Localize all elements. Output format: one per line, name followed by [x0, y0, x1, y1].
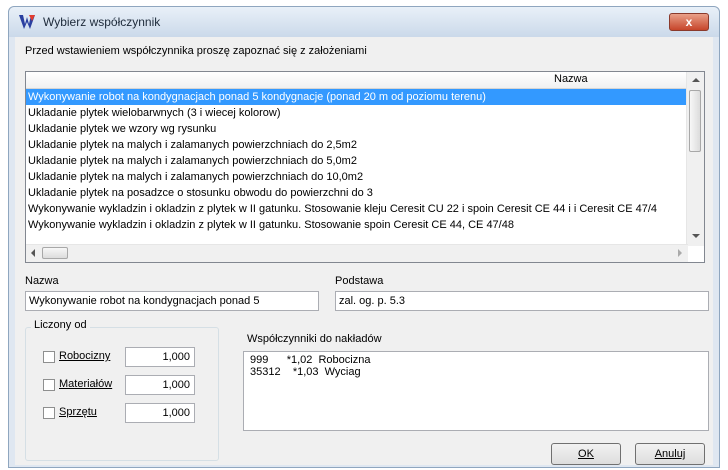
list-rows: Wykonywanie robot na kondygnacjach ponad…: [26, 89, 688, 233]
title-bar[interactable]: Wybierz współczynnik x: [9, 7, 719, 37]
materialow-checkbox[interactable]: [43, 379, 55, 391]
nazwa-label: Nazwa: [25, 275, 59, 287]
close-button[interactable]: x: [669, 13, 709, 31]
list-item[interactable]: Wykonywanie wykladzin i okladzin z plyte…: [26, 201, 688, 217]
scroll-up-arrow-icon[interactable]: [692, 78, 700, 82]
list-item[interactable]: Wykonywanie wykladzin i okladzin z plyte…: [26, 217, 688, 233]
scroll-right-arrow-icon[interactable]: [678, 249, 682, 257]
wspolczynniki-label: Współczynniki do nakładów: [247, 333, 382, 345]
list-item[interactable]: Ukladanie plytek we wzory wg rysunku: [26, 121, 688, 137]
nazwa-field[interactable]: Wykonywanie robot na kondygnacjach ponad…: [25, 291, 319, 311]
list-item[interactable]: Ukladanie plytek na posadzce o stosunku …: [26, 185, 688, 201]
list-item[interactable]: Ukladanie plytek na malych i zalamanych …: [26, 169, 688, 185]
wspolczynnik-line: 35312 *1,03 Wyciag: [250, 366, 361, 378]
sprzetu-value[interactable]: 1,000: [125, 403, 195, 423]
list-item[interactable]: Wykonywanie robot na kondygnacjach ponad…: [26, 89, 688, 105]
podstawa-field[interactable]: zal. og. p. 5.3: [335, 291, 709, 311]
close-icon: x: [685, 15, 693, 29]
liczony-od-title: Liczony od: [31, 319, 90, 331]
list-item[interactable]: Ukladanie plytek na malych i zalamanych …: [26, 137, 688, 153]
sprzetu-checkbox[interactable]: [43, 407, 55, 419]
app-logo-icon: [19, 15, 35, 29]
scroll-left-arrow-icon[interactable]: [31, 249, 35, 257]
coefficient-list[interactable]: Nazwa Wykonywanie robot na kondygnacjach…: [25, 71, 705, 263]
list-item[interactable]: Ukladanie plytek wielobarwnych (3 i wiec…: [26, 105, 688, 121]
ok-button-label: OK: [578, 448, 594, 460]
dialog-title: Wybierz współczynnik: [43, 15, 161, 29]
dialog-body: Przed wstawieniem współczynnika proszę z…: [15, 37, 713, 465]
podstawa-label: Podstawa: [335, 275, 384, 287]
list-header[interactable]: Nazwa: [26, 72, 688, 89]
column-header-nazwa[interactable]: Nazwa: [554, 73, 588, 85]
robocizny-label[interactable]: Robocizny: [59, 350, 110, 362]
cancel-button[interactable]: Anuluj: [635, 443, 705, 465]
sprzetu-label[interactable]: Sprzętu: [59, 406, 97, 418]
dialog-window: Wybierz współczynnik x Przed wstawieniem…: [8, 6, 720, 468]
robocizny-value[interactable]: 1,000: [125, 347, 195, 367]
wspolczynnik-line: 999 *1,02 Robocizna: [250, 354, 371, 366]
robocizny-checkbox[interactable]: [43, 351, 55, 363]
ok-button[interactable]: OK: [551, 443, 621, 465]
vertical-scroll-thumb[interactable]: [689, 90, 701, 152]
horizontal-scrollbar[interactable]: [26, 244, 688, 262]
scroll-down-arrow-icon[interactable]: [692, 234, 700, 238]
intro-text: Przed wstawieniem współczynnika proszę z…: [25, 45, 367, 57]
list-item[interactable]: Ukladanie plytek na malych i zalamanych …: [26, 153, 688, 169]
horizontal-scroll-thumb[interactable]: [42, 247, 68, 259]
materialow-value[interactable]: 1,000: [125, 375, 195, 395]
wspolczynniki-box[interactable]: 999 *1,02 Robocizna 35312 *1,03 Wyciag: [243, 351, 709, 431]
vertical-scrollbar[interactable]: [686, 72, 704, 246]
materialow-label[interactable]: Materiałów: [59, 378, 112, 390]
cancel-button-label: Anuluj: [654, 448, 686, 460]
